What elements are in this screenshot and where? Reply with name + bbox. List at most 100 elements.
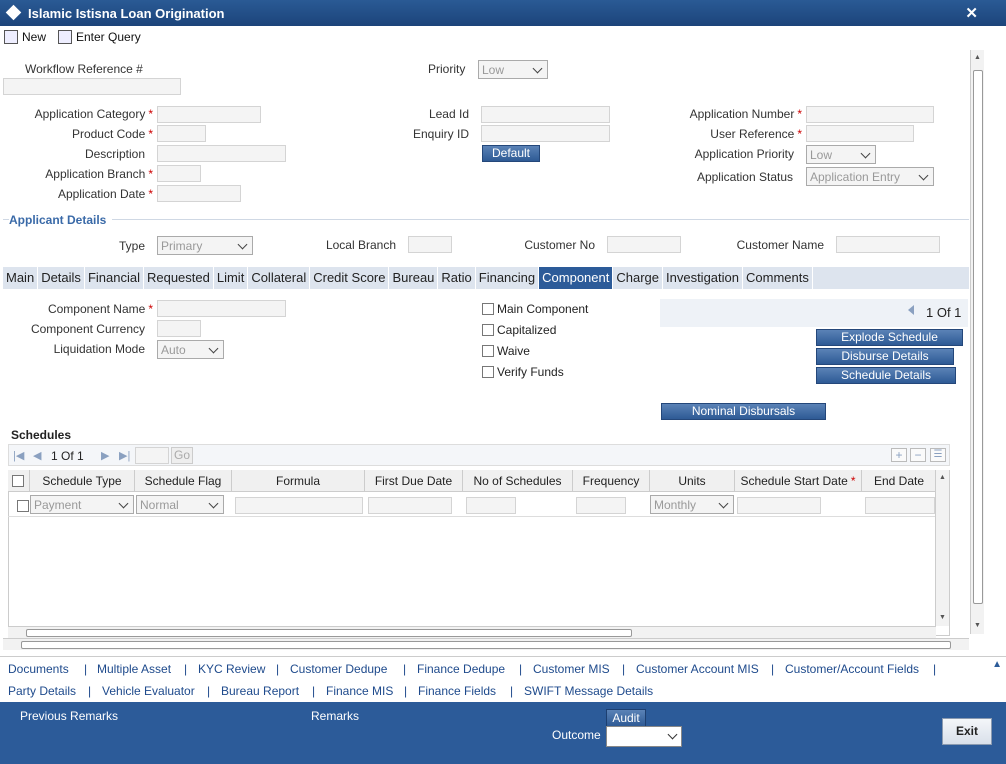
nominal-disbursals-button[interactable]: Nominal Disbursals bbox=[661, 403, 826, 420]
close-icon[interactable]: ✕ bbox=[965, 4, 978, 22]
formula-input[interactable] bbox=[235, 497, 363, 514]
liquidation-mode-select[interactable]: Auto bbox=[157, 340, 224, 359]
type-select[interactable]: Primary bbox=[157, 236, 253, 255]
link-finance-mis[interactable]: Finance MIS bbox=[326, 684, 393, 698]
page-number-input[interactable] bbox=[135, 447, 169, 464]
tab-collateral[interactable]: Collateral bbox=[248, 267, 311, 289]
tab-requested[interactable]: Requested bbox=[144, 267, 214, 289]
customer-no-input[interactable] bbox=[607, 236, 681, 253]
tab-comments[interactable]: Comments bbox=[743, 267, 813, 289]
explode-schedule-button[interactable]: Explode Schedule bbox=[816, 329, 963, 346]
col-first-due-date[interactable]: First Due Date bbox=[365, 470, 463, 492]
lead-id-input[interactable] bbox=[481, 106, 610, 123]
col-schedule-type[interactable]: Schedule Type bbox=[30, 470, 135, 492]
disburse-details-button[interactable]: Disburse Details bbox=[816, 348, 954, 365]
tab-limit[interactable]: Limit bbox=[214, 267, 249, 289]
component-name-input[interactable] bbox=[157, 300, 286, 317]
tab-financing[interactable]: Financing bbox=[476, 267, 540, 289]
col-units[interactable]: Units bbox=[650, 470, 735, 492]
application-category-input[interactable] bbox=[157, 106, 261, 123]
row-checkbox[interactable] bbox=[17, 500, 29, 512]
link-party-details[interactable]: Party Details bbox=[8, 684, 76, 698]
customer-name-input[interactable] bbox=[836, 236, 940, 253]
previous-icon[interactable] bbox=[908, 305, 914, 315]
application-branch-input[interactable] bbox=[157, 165, 201, 182]
outcome-select[interactable] bbox=[606, 726, 682, 747]
tab-credit-score[interactable]: Credit Score bbox=[310, 267, 390, 289]
col-schedule-flag[interactable]: Schedule Flag bbox=[135, 470, 232, 492]
col-schedule-start-date[interactable]: Schedule Start Date * bbox=[735, 470, 862, 492]
tab-investigation[interactable]: Investigation bbox=[663, 267, 743, 289]
workflow-ref-input[interactable] bbox=[3, 78, 181, 95]
page-scroll-down-icon[interactable]: ▼ bbox=[974, 622, 981, 629]
add-row-icon[interactable]: + bbox=[891, 448, 907, 462]
delete-row-icon[interactable]: − bbox=[910, 448, 926, 462]
user-reference-input[interactable] bbox=[806, 125, 914, 142]
capitalized-checkbox[interactable] bbox=[482, 324, 494, 336]
waive-checkbox[interactable] bbox=[482, 345, 494, 357]
tab-ratio[interactable]: Ratio bbox=[438, 267, 476, 289]
enter-query-button[interactable]: Enter Query bbox=[58, 28, 141, 46]
verify-funds-checkbox[interactable] bbox=[482, 366, 494, 378]
link-customer-dedupe[interactable]: Customer Dedupe bbox=[290, 662, 387, 676]
component-currency-input[interactable] bbox=[157, 320, 201, 337]
tab-main[interactable]: Main bbox=[3, 267, 39, 289]
application-number-input[interactable] bbox=[806, 106, 934, 123]
page-horizontal-thumb[interactable] bbox=[21, 641, 951, 649]
tab-component[interactable]: Component bbox=[539, 267, 614, 289]
page-scroll-up-icon[interactable]: ▲ bbox=[974, 54, 981, 61]
link-customer-account-fields[interactable]: Customer/Account Fields bbox=[785, 662, 919, 676]
next-page-icon[interactable]: ▶ bbox=[101, 449, 109, 462]
grid-horizontal-thumb[interactable] bbox=[26, 629, 632, 637]
scroll-up-icon[interactable]: ▲ bbox=[939, 474, 946, 481]
collapse-links-icon[interactable]: ▲ bbox=[992, 659, 1002, 670]
link-bureau-report[interactable]: Bureau Report bbox=[221, 684, 299, 698]
schedule-type-select[interactable]: Payment bbox=[30, 495, 134, 514]
audit-button[interactable]: Audit bbox=[606, 709, 646, 727]
description-input[interactable] bbox=[157, 145, 286, 162]
remarks-link[interactable]: Remarks bbox=[311, 709, 359, 723]
first-page-icon[interactable]: |◀ bbox=[13, 449, 24, 462]
link-multiple-asset[interactable]: Multiple Asset bbox=[97, 662, 171, 676]
grid-horizontal-scrollbar[interactable] bbox=[8, 626, 936, 638]
schedule-start-date-input[interactable] bbox=[737, 497, 821, 514]
schedule-details-button[interactable]: Schedule Details bbox=[816, 367, 956, 384]
application-date-input[interactable] bbox=[157, 185, 241, 202]
product-code-input[interactable] bbox=[157, 125, 206, 142]
previous-remarks-link[interactable]: Previous Remarks bbox=[20, 709, 118, 723]
link-customer-mis[interactable]: Customer MIS bbox=[533, 662, 610, 676]
tab-charge[interactable]: Charge bbox=[613, 267, 663, 289]
local-branch-input[interactable] bbox=[408, 236, 452, 253]
page-vertical-scrollbar[interactable]: ▲ ▼ bbox=[970, 50, 984, 634]
link-customer-account-mis[interactable]: Customer Account MIS bbox=[636, 662, 759, 676]
scroll-down-icon[interactable]: ▼ bbox=[939, 614, 946, 621]
enquiry-id-input[interactable] bbox=[481, 125, 610, 142]
units-select[interactable]: Monthly bbox=[650, 495, 734, 514]
go-button[interactable]: Go bbox=[171, 447, 193, 464]
schedule-flag-select[interactable]: Normal bbox=[136, 495, 224, 514]
col-formula[interactable]: Formula bbox=[232, 470, 365, 492]
link-finance-dedupe[interactable]: Finance Dedupe bbox=[417, 662, 505, 676]
last-page-icon[interactable]: ▶| bbox=[119, 449, 130, 462]
previous-page-icon[interactable]: ◀ bbox=[33, 449, 41, 462]
end-date-input[interactable] bbox=[865, 497, 935, 514]
col-end-date[interactable]: End Date bbox=[862, 470, 936, 492]
application-status-select[interactable]: Application Entry bbox=[806, 167, 934, 186]
col-no-of-schedules[interactable]: No of Schedules bbox=[463, 470, 573, 492]
exit-button[interactable]: Exit bbox=[942, 718, 992, 745]
page-vertical-thumb[interactable] bbox=[973, 70, 983, 604]
new-button[interactable]: New bbox=[4, 28, 46, 46]
tab-financial[interactable]: Financial bbox=[85, 267, 144, 289]
select-all-checkbox[interactable] bbox=[12, 475, 24, 487]
link-documents[interactable]: Documents bbox=[8, 662, 69, 676]
tab-bureau[interactable]: Bureau bbox=[389, 267, 439, 289]
tab-details[interactable]: Details bbox=[38, 267, 85, 289]
no-of-schedules-input[interactable] bbox=[466, 497, 516, 514]
col-frequency[interactable]: Frequency bbox=[573, 470, 650, 492]
first-due-date-input[interactable] bbox=[368, 497, 452, 514]
page-horizontal-scrollbar[interactable] bbox=[3, 638, 969, 650]
link-swift-message-details[interactable]: SWIFT Message Details bbox=[524, 684, 653, 698]
link-vehicle-evaluator[interactable]: Vehicle Evaluator bbox=[102, 684, 195, 698]
default-button[interactable]: Default bbox=[482, 145, 540, 162]
link-finance-fields[interactable]: Finance Fields bbox=[418, 684, 496, 698]
